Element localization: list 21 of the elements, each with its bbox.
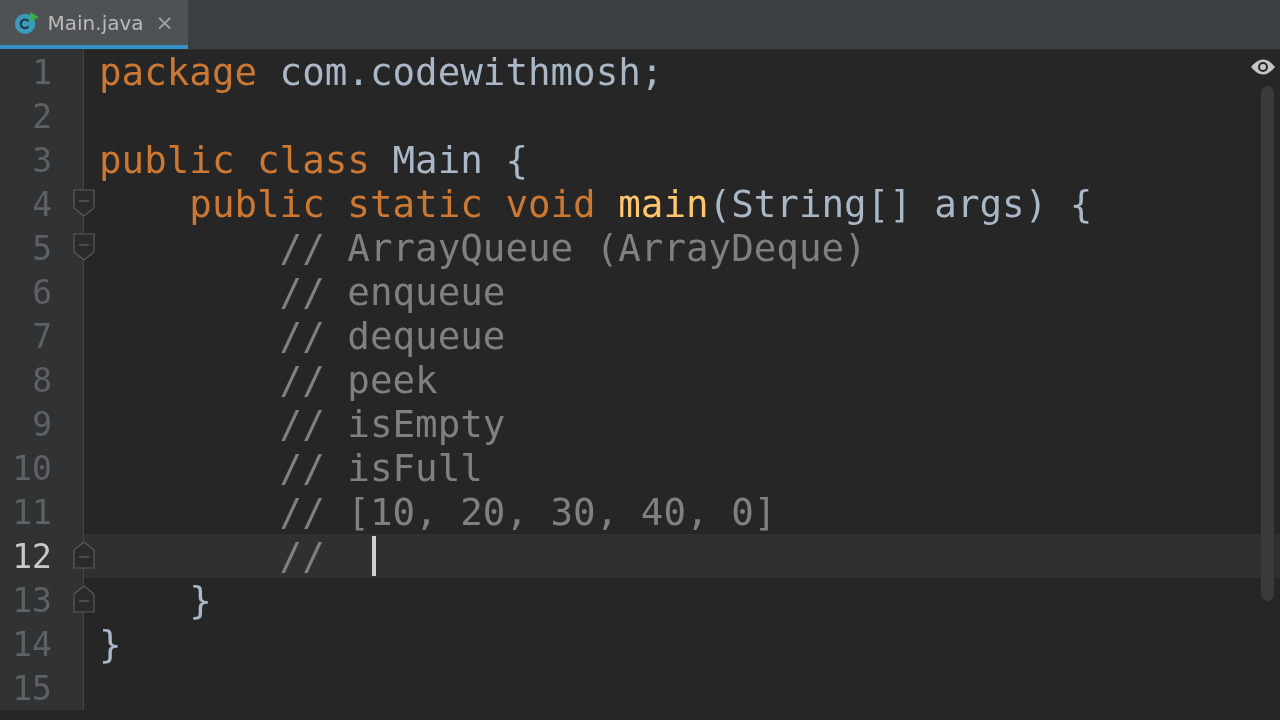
code-comment: // isFull bbox=[278, 446, 483, 490]
code-line: } bbox=[99, 622, 122, 666]
close-icon[interactable]: × bbox=[155, 10, 174, 35]
eye-icon[interactable] bbox=[1250, 58, 1276, 76]
file-tab[interactable]: Main.java × bbox=[0, 0, 188, 49]
code-comment: // ArrayQueue (ArrayDeque) bbox=[278, 226, 867, 270]
code-comment: // peek bbox=[278, 358, 438, 402]
code-comment: // isEmpty bbox=[278, 402, 506, 446]
code-line: } bbox=[188, 578, 212, 622]
code-comment: // [10, 20, 30, 40, 0] bbox=[278, 490, 777, 534]
code-comment: // dequeue bbox=[278, 314, 506, 358]
code-comment: // bbox=[99, 534, 376, 578]
code-line: public static void main(String[] args) { bbox=[188, 182, 1093, 226]
fold-marker-icon[interactable] bbox=[72, 232, 96, 262]
code-line: public class Main { bbox=[99, 138, 528, 182]
fold-marker-icon[interactable] bbox=[72, 540, 96, 570]
fold-marker-icon[interactable] bbox=[72, 584, 96, 614]
code-comment: // enqueue bbox=[278, 270, 506, 314]
line-number: 12 bbox=[11, 536, 52, 576]
fold-marker-icon[interactable] bbox=[72, 188, 96, 218]
code-line: package com.codewithmosh; bbox=[99, 50, 664, 94]
